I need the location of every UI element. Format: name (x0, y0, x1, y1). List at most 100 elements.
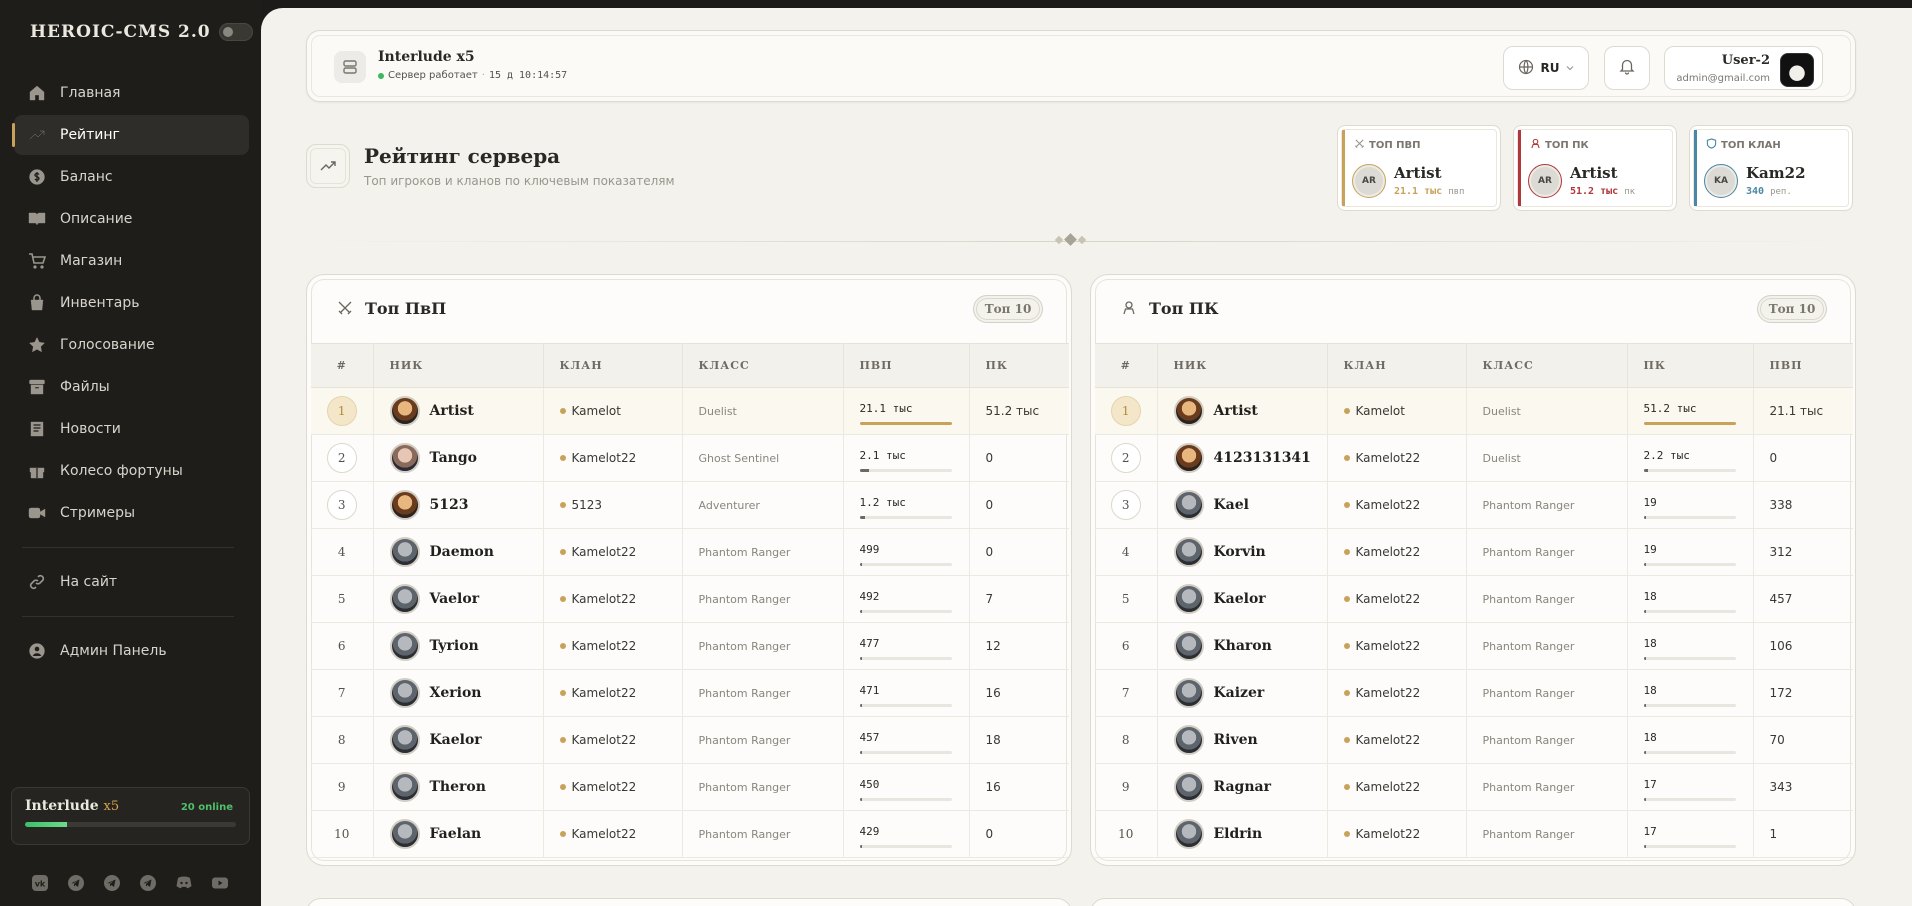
sidebar-item-3[interactable]: Описание (14, 199, 249, 239)
column-header[interactable]: КЛАН (1327, 343, 1467, 388)
class-name: Phantom Ranger (1466, 528, 1628, 576)
class-name: Phantom Ranger (1466, 481, 1628, 529)
column-header[interactable]: # (1095, 343, 1158, 388)
sidebar-item-2[interactable]: Баланс (14, 157, 249, 197)
secondary-stat: 12 (969, 622, 1069, 670)
player-nick[interactable]: Artist (1173, 396, 1327, 426)
column-header[interactable]: ПК (969, 343, 1069, 388)
player-nick[interactable]: Kaelor (1173, 584, 1327, 614)
table-row[interactable]: 4 Daemon Kamelot22 Phantom Ranger 499 0 (311, 528, 1069, 576)
table-row[interactable]: 3 5123 5123 Adventurer 1.2 тыс 0 (311, 481, 1069, 529)
notifications-button[interactable] (1604, 46, 1650, 90)
table-row[interactable]: 9 Theron Kamelot22 Phantom Ranger 450 16 (311, 763, 1069, 811)
player-nick[interactable]: Xerion (389, 678, 543, 708)
main-stat: 18 (1643, 730, 1657, 744)
secondary-stat: 21.1 тыс (1753, 387, 1853, 435)
secondary-stat: 0 (969, 434, 1069, 482)
table-row[interactable]: 9 Ragnar Kamelot22 Phantom Ranger 17 343 (1095, 763, 1853, 811)
column-header[interactable]: КЛАСС (682, 343, 844, 388)
player-nick[interactable]: Tango (389, 443, 543, 473)
language-selector[interactable]: RU (1503, 46, 1589, 90)
sidebar-item-10[interactable]: Стримеры (14, 493, 249, 533)
player-nick[interactable]: Kharon (1173, 631, 1327, 661)
main-stat: 18 (1643, 636, 1657, 650)
trending-up-icon (306, 144, 350, 188)
player-nick[interactable]: Ragnar (1173, 772, 1327, 802)
table-row[interactable]: 5 Vaelor Kamelot22 Phantom Ranger 492 7 (311, 575, 1069, 623)
player-name: Kaelor (1213, 591, 1266, 607)
main-stat: 477 (859, 636, 880, 650)
secondary-stat: 106 (1753, 622, 1853, 670)
table-row[interactable]: 8 Riven Kamelot22 Phantom Ranger 18 70 (1095, 716, 1853, 764)
table-row[interactable]: 7 Kaizer Kamelot22 Phantom Ranger 18 172 (1095, 669, 1853, 717)
player-nick[interactable]: Eldrin (1173, 819, 1327, 849)
sidebar-item-site[interactable]: На сайт (14, 562, 249, 602)
player-nick[interactable]: Kaelor (389, 725, 543, 755)
sidebar-item-1[interactable]: Рейтинг (12, 115, 249, 155)
table-row[interactable]: 2 Tango Kamelot22 Ghost Sentinel 2.1 тыс 0 (311, 434, 1069, 482)
sidebar-item-7[interactable]: Файлы (14, 367, 249, 407)
secondary-stat: 457 (1753, 575, 1853, 623)
sidebar-item-admin[interactable]: Админ Панель (14, 631, 249, 671)
table-row[interactable]: 1 Artist Kamelot Duelist 21.1 тыс 51.2 тыс (311, 387, 1069, 435)
panel-title: Топ ПвП (365, 299, 447, 318)
theme-toggle[interactable] (218, 23, 253, 41)
top-pvp-card[interactable]: ТОП ПВП AR Artist 21.1 тыс пвп (1337, 125, 1501, 211)
telegram-icon[interactable] (66, 873, 86, 893)
column-header[interactable]: ПК (1627, 343, 1754, 388)
top-clan-card[interactable]: ТОП КЛАН KA Kam22 340 реп. (1689, 125, 1853, 211)
panel-header: Топ ПК Топ 10 (1091, 275, 1855, 343)
table-row[interactable]: 6 Kharon Kamelot22 Phantom Ranger 18 106 (1095, 622, 1853, 670)
table-row[interactable]: 1 Artist Kamelot Duelist 51.2 тыс 21.1 тыс (1095, 387, 1853, 435)
table-row[interactable]: 10 Eldrin Kamelot22 Phantom Ranger 17 1 (1095, 810, 1853, 858)
top-10-badge[interactable]: Топ 10 (1757, 295, 1827, 323)
column-header[interactable]: ПВП (843, 343, 970, 388)
sidebar-item-8[interactable]: Новости (14, 409, 249, 449)
player-nick[interactable]: Kael (1173, 490, 1327, 520)
sidebar-item-5[interactable]: Инвентарь (14, 283, 249, 323)
top-pk-card[interactable]: ТОП ПК AR Artist 51.2 тыс пк (1513, 125, 1677, 211)
telegram-icon[interactable] (102, 873, 122, 893)
table-row[interactable]: 10 Faelan Kamelot22 Phantom Ranger 429 0 (311, 810, 1069, 858)
vk-icon[interactable]: vk (30, 873, 50, 893)
discord-icon[interactable] (174, 873, 194, 893)
column-header[interactable]: НИК (373, 343, 544, 388)
class-name: Phantom Ranger (682, 810, 844, 858)
player-name: Artist (429, 403, 474, 419)
youtube-icon[interactable] (210, 873, 230, 893)
player-nick[interactable]: 4123131341 (1173, 443, 1327, 473)
table-row[interactable]: 3 Kael Kamelot22 Phantom Ranger 19 338 (1095, 481, 1853, 529)
player-nick[interactable]: Vaelor (389, 584, 543, 614)
table-row[interactable]: 4 Korvin Kamelot22 Phantom Ranger 19 312 (1095, 528, 1853, 576)
top-pvp-panel: Топ ПвП Топ 10 # НИК КЛАН КЛАСС ПВП ПК 1 Artist Ka… (306, 274, 1072, 866)
column-header[interactable]: НИК (1157, 343, 1328, 388)
table-row[interactable]: 8 Kaelor Kamelot22 Phantom Ranger 457 18 (311, 716, 1069, 764)
player-nick[interactable]: Daemon (389, 537, 543, 567)
column-header[interactable]: КЛАН (543, 343, 683, 388)
user-menu[interactable]: User-2 admin@gmail.com (1664, 46, 1823, 90)
column-header[interactable]: # (311, 343, 374, 388)
secondary-stat: 1 (1753, 810, 1853, 858)
table-row[interactable]: 6 Tyrion Kamelot22 Phantom Ranger 477 12 (311, 622, 1069, 670)
table-row[interactable]: 5 Kaelor Kamelot22 Phantom Ranger 18 457 (1095, 575, 1853, 623)
column-header[interactable]: КЛАСС (1466, 343, 1628, 388)
player-nick[interactable]: Tyrion (389, 631, 543, 661)
player-nick[interactable]: Riven (1173, 725, 1327, 755)
sidebar-item-9[interactable]: Колесо фортуны (14, 451, 249, 491)
player-nick[interactable]: 5123 (389, 490, 543, 520)
player-nick[interactable]: Theron (389, 772, 543, 802)
telegram-icon[interactable] (138, 873, 158, 893)
player-nick[interactable]: Kaizer (1173, 678, 1327, 708)
top-10-badge[interactable]: Топ 10 (973, 295, 1043, 323)
player-nick[interactable]: Faelan (389, 819, 543, 849)
player-nick[interactable]: Korvin (1173, 537, 1327, 567)
main-stat: 457 (859, 730, 880, 744)
column-header[interactable]: ПВП (1753, 343, 1853, 388)
sidebar-item-0[interactable]: Главная (14, 73, 249, 113)
player-nick[interactable]: Artist (389, 396, 543, 426)
sidebar-item-6[interactable]: Голосование (14, 325, 249, 365)
table-row[interactable]: 2 4123131341 Kamelot22 Duelist 2.2 тыс 0 (1095, 434, 1853, 482)
stat-bar (859, 703, 952, 707)
table-row[interactable]: 7 Xerion Kamelot22 Phantom Ranger 471 16 (311, 669, 1069, 717)
sidebar-item-4[interactable]: Магазин (14, 241, 249, 281)
